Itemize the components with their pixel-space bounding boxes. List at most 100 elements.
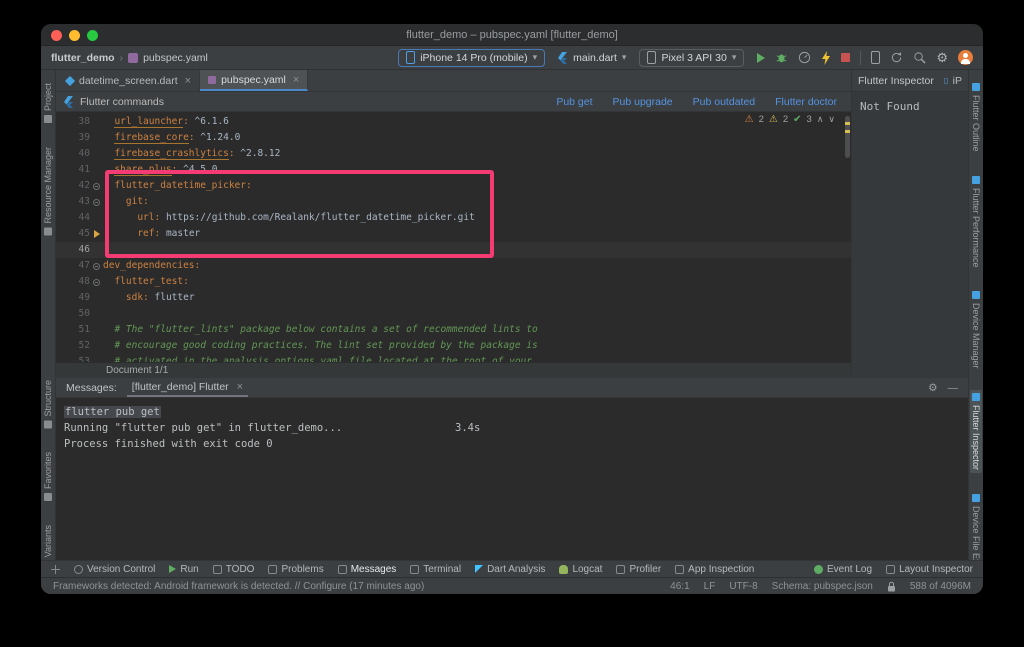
close-icon[interactable]: × [293, 74, 299, 86]
warning-stripe-mark[interactable] [845, 122, 850, 125]
resource-manager-icon [44, 227, 52, 236]
search-icon[interactable] [913, 51, 926, 64]
tool-button-flutter-outline[interactable]: Flutter Outline [970, 80, 982, 155]
tool-window-switcher-icon[interactable] [51, 564, 60, 574]
tool-button-resource-manager[interactable]: Resource Manager [42, 144, 54, 239]
messages-tab-flutter-demo[interactable]: [flutter_demo] Flutter × [126, 378, 249, 397]
tool-button-favorites[interactable]: Favorites [42, 449, 54, 504]
console-line: Process finished with exit code 0 [64, 436, 968, 452]
tool-button-project[interactable]: Project [42, 80, 54, 126]
encoding-indicator[interactable]: UTF-8 [729, 581, 757, 592]
fold-icon[interactable] [93, 278, 100, 286]
window-title: flutter_demo – pubspec.yaml [flutter_dem… [406, 28, 618, 41]
tool-window-button-todo[interactable]: TODO [212, 564, 254, 575]
tool-window-button-dart-analysis[interactable]: Dart Analysis [475, 564, 545, 575]
close-icon[interactable]: × [237, 381, 243, 393]
code-line-40[interactable]: 40 firebase_crashlytics: ^2.8.12 [56, 146, 851, 162]
device-selector[interactable]: iPhone 14 Pro (mobile) ▾ [398, 48, 546, 67]
ide-window: flutter_demo – pubspec.yaml [flutter_dem… [41, 24, 983, 594]
tool-window-button-problems[interactable]: Problems [268, 564, 324, 575]
tool-window-button-version-control[interactable]: Version Control [74, 564, 155, 575]
code-line-47[interactable]: 47 dev_dependencies: [56, 258, 851, 274]
code-line-46[interactable]: 46 [56, 242, 851, 258]
sync-icon[interactable] [890, 51, 903, 64]
zoom-window-button[interactable] [87, 30, 98, 41]
memory-indicator[interactable]: 588 of 4096M [910, 581, 971, 592]
tool-window-button-event-log[interactable]: Event Log [814, 564, 872, 575]
target-device-selector[interactable]: Pixel 3 API 30 ▾ [639, 48, 745, 67]
flutter-inspector-header[interactable]: Flutter Inspector iP [852, 70, 968, 92]
code-line-43[interactable]: 43 git: [56, 194, 851, 210]
apply-changes-lightning-icon[interactable] [821, 50, 831, 65]
right-tool-strip: Flutter Outline Flutter Performance Device… [968, 70, 983, 560]
yaml-marker-icon[interactable] [93, 230, 100, 238]
code-line-41[interactable]: 41 share_plus: ^4.5.0 [56, 162, 851, 178]
tool-button-structure[interactable]: Structure [42, 377, 54, 432]
fold-icon[interactable] [93, 182, 100, 190]
line-ending-indicator[interactable]: LF [704, 581, 716, 592]
profiler-icon[interactable] [798, 51, 811, 64]
run-button-icon[interactable] [757, 52, 766, 63]
code-line-51[interactable]: 51 # The "flutter_lints" package below c… [56, 322, 851, 338]
warning-stripe-mark[interactable] [845, 130, 850, 133]
schema-indicator[interactable]: Schema: pubspec.json [772, 581, 873, 592]
tool-window-button-app-inspection[interactable]: App Inspection [675, 564, 754, 575]
tool-window-button-terminal[interactable]: Terminal [410, 564, 461, 575]
minimize-panel-icon[interactable]: — [948, 382, 959, 394]
panel-settings-gear-icon[interactable]: ⚙ [928, 382, 937, 394]
close-window-button[interactable] [51, 30, 62, 41]
fold-icon[interactable] [93, 262, 100, 270]
code-line-49[interactable]: 49 sdk: flutter [56, 290, 851, 306]
close-icon[interactable]: × [185, 75, 191, 87]
code-line-52[interactable]: 52 # encourage good coding practices. Th… [56, 338, 851, 354]
debug-icon[interactable] [775, 51, 788, 64]
line-number: 44 [78, 212, 90, 223]
code-line-39[interactable]: 39 firebase_core: ^1.24.0 [56, 130, 851, 146]
code-line-38[interactable]: 38 url_launcher: ^6.1.6 [56, 114, 851, 130]
caret-position[interactable]: 46:1 [670, 581, 689, 592]
fold-icon[interactable] [93, 198, 100, 206]
code-text: firebase_core: ^1.24.0 [114, 132, 241, 144]
editor-scrollbar[interactable] [844, 112, 851, 378]
pub-outdated-link[interactable]: Pub outdated [693, 96, 755, 108]
tool-window-button-messages[interactable]: Messages [337, 564, 396, 575]
stop-icon[interactable] [841, 53, 851, 62]
prev-issue-arrow[interactable]: ∧ [817, 114, 824, 125]
tool-window-button-run[interactable]: Run [169, 564, 199, 575]
inspection-widget[interactable]: ⚠ 2 ⚠ 2 ✔ 3 ∧ ∨ [745, 114, 835, 125]
tab-pubspec-yaml[interactable]: pubspec.yaml × [200, 70, 309, 91]
pub-get-link[interactable]: Pub get [556, 96, 592, 108]
messages-panel-header: Messages: [flutter_demo] Flutter × ⚙ — [56, 378, 968, 398]
tool-button-flutter-performance[interactable]: Flutter Performance [970, 173, 982, 271]
run-config-selector[interactable]: main.dart ▾ [550, 49, 634, 67]
tab-datetime-screen-dart[interactable]: datetime_screen.dart × [58, 70, 201, 91]
editor-pane[interactable]: 38 url_launcher: ^6.1.6 39 firebase_core:… [56, 112, 851, 378]
tool-window-button-profiler[interactable]: Profiler [616, 564, 661, 575]
code-line-42[interactable]: 42 flutter_datetime_picker: [56, 178, 851, 194]
tool-window-button-layout-inspector[interactable]: Layout Inspector [886, 564, 973, 575]
pub-upgrade-link[interactable]: Pub upgrade [613, 96, 673, 108]
code-line-44[interactable]: 44 url: https://github.com/Realank/flutt… [56, 210, 851, 226]
title-bar[interactable]: flutter_demo – pubspec.yaml [flutter_dem… [41, 24, 983, 46]
tool-window-button-label: Terminal [423, 563, 462, 575]
user-avatar[interactable] [958, 50, 973, 65]
tool-button-build-variants[interactable]: Build Variants [42, 522, 54, 560]
tool-button-device-file-explorer[interactable]: Device File Explorer [970, 491, 982, 560]
settings-gear-icon[interactable]: ⚙ [936, 51, 948, 64]
next-issue-arrow[interactable]: ∨ [828, 114, 835, 125]
framework-detected-message[interactable]: Frameworks detected: Android framework i… [53, 581, 424, 592]
code-line-48[interactable]: 48 flutter_test: [56, 274, 851, 290]
messages-console[interactable]: flutter pub get Running "flutter pub get… [56, 398, 968, 452]
tool-button-device-manager[interactable]: Device Manager [970, 288, 982, 372]
breadcrumb-project[interactable]: flutter_demo [51, 52, 115, 64]
tool-window-button-logcat[interactable]: Logcat [559, 564, 602, 575]
flutter-inspector-panel: Flutter Inspector iP Not Found [851, 70, 968, 378]
flutter-doctor-link[interactable]: Flutter doctor [775, 96, 837, 108]
minimize-window-button[interactable] [69, 30, 80, 41]
breadcrumb-file[interactable]: pubspec.yaml [143, 52, 208, 64]
code-line-45[interactable]: 45 ref: master [56, 226, 851, 242]
lock-icon[interactable] [887, 581, 896, 592]
tool-button-flutter-inspector[interactable]: Flutter Inspector [970, 389, 982, 473]
code-line-50[interactable]: 50 [56, 306, 851, 322]
device-manager-icon[interactable] [871, 51, 881, 64]
